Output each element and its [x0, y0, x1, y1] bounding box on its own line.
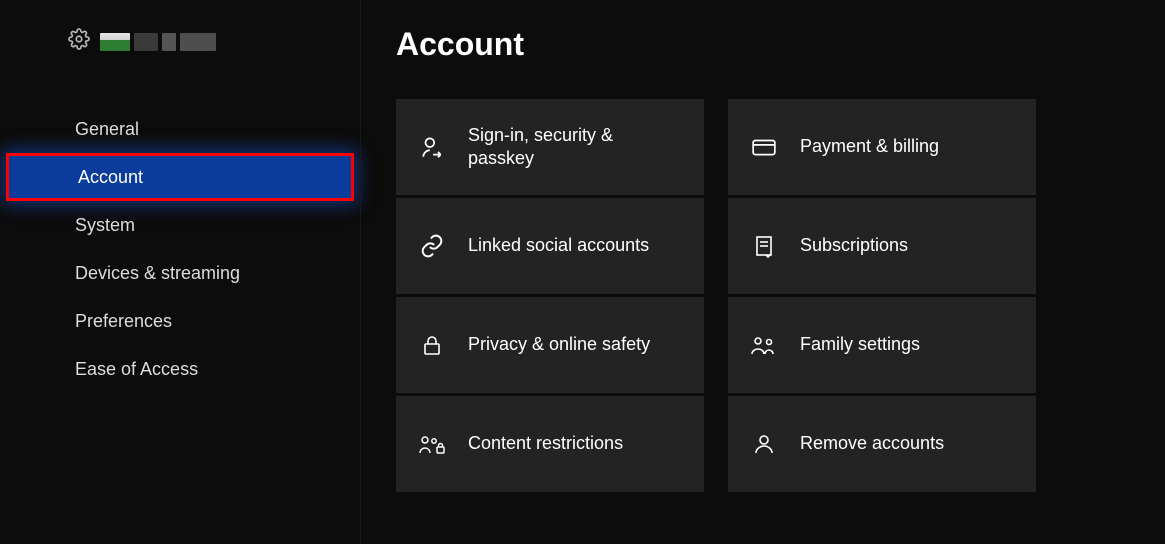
lock-icon [418, 333, 446, 357]
card-label: Payment & billing [800, 135, 939, 158]
main-content: Account Sign-in, security & passkey Paym… [360, 0, 1165, 544]
sidebar-item-label: Devices & streaming [75, 263, 240, 284]
card-label: Privacy & online safety [468, 333, 650, 356]
card-label: Sign-in, security & passkey [468, 124, 678, 171]
card-linked-social[interactable]: Linked social accounts [396, 198, 704, 294]
sidebar-item-general[interactable]: General [0, 105, 360, 153]
card-content-restrictions[interactable]: Content restrictions [396, 396, 704, 492]
page-title: Account [396, 26, 1125, 63]
sidebar-item-system[interactable]: System [0, 201, 360, 249]
sidebar-header [0, 28, 360, 105]
card-signin-security[interactable]: Sign-in, security & passkey [396, 99, 704, 195]
card-icon [750, 134, 778, 160]
card-privacy-safety[interactable]: Privacy & online safety [396, 297, 704, 393]
nav-list: General Account System Devices & streami… [0, 105, 360, 393]
sidebar: General Account System Devices & streami… [0, 0, 360, 544]
card-label: Linked social accounts [468, 234, 649, 257]
card-label: Family settings [800, 333, 920, 356]
card-payment-billing[interactable]: Payment & billing [728, 99, 1036, 195]
link-icon [418, 233, 446, 259]
card-remove-accounts[interactable]: Remove accounts [728, 396, 1036, 492]
sidebar-item-label: Ease of Access [75, 359, 198, 380]
person-arrow-icon [418, 134, 446, 160]
gear-icon [68, 28, 90, 55]
sidebar-item-label: Preferences [75, 311, 172, 332]
person-icon [750, 432, 778, 456]
sidebar-item-devices[interactable]: Devices & streaming [0, 249, 360, 297]
sidebar-item-label: Account [78, 167, 143, 188]
card-label: Content restrictions [468, 432, 623, 455]
card-label: Subscriptions [800, 234, 908, 257]
sidebar-item-ease-of-access[interactable]: Ease of Access [0, 345, 360, 393]
divider [360, 0, 361, 544]
sidebar-item-account[interactable]: Account [6, 153, 354, 201]
card-grid: Sign-in, security & passkey Payment & bi… [396, 99, 1125, 492]
family-icon [750, 333, 778, 357]
sidebar-item-preferences[interactable]: Preferences [0, 297, 360, 345]
card-label: Remove accounts [800, 432, 944, 455]
sidebar-item-label: General [75, 119, 139, 140]
people-lock-icon [418, 432, 446, 456]
gamertag-obscured [100, 33, 216, 51]
receipt-icon [750, 234, 778, 258]
card-subscriptions[interactable]: Subscriptions [728, 198, 1036, 294]
card-family-settings[interactable]: Family settings [728, 297, 1036, 393]
sidebar-item-label: System [75, 215, 135, 236]
